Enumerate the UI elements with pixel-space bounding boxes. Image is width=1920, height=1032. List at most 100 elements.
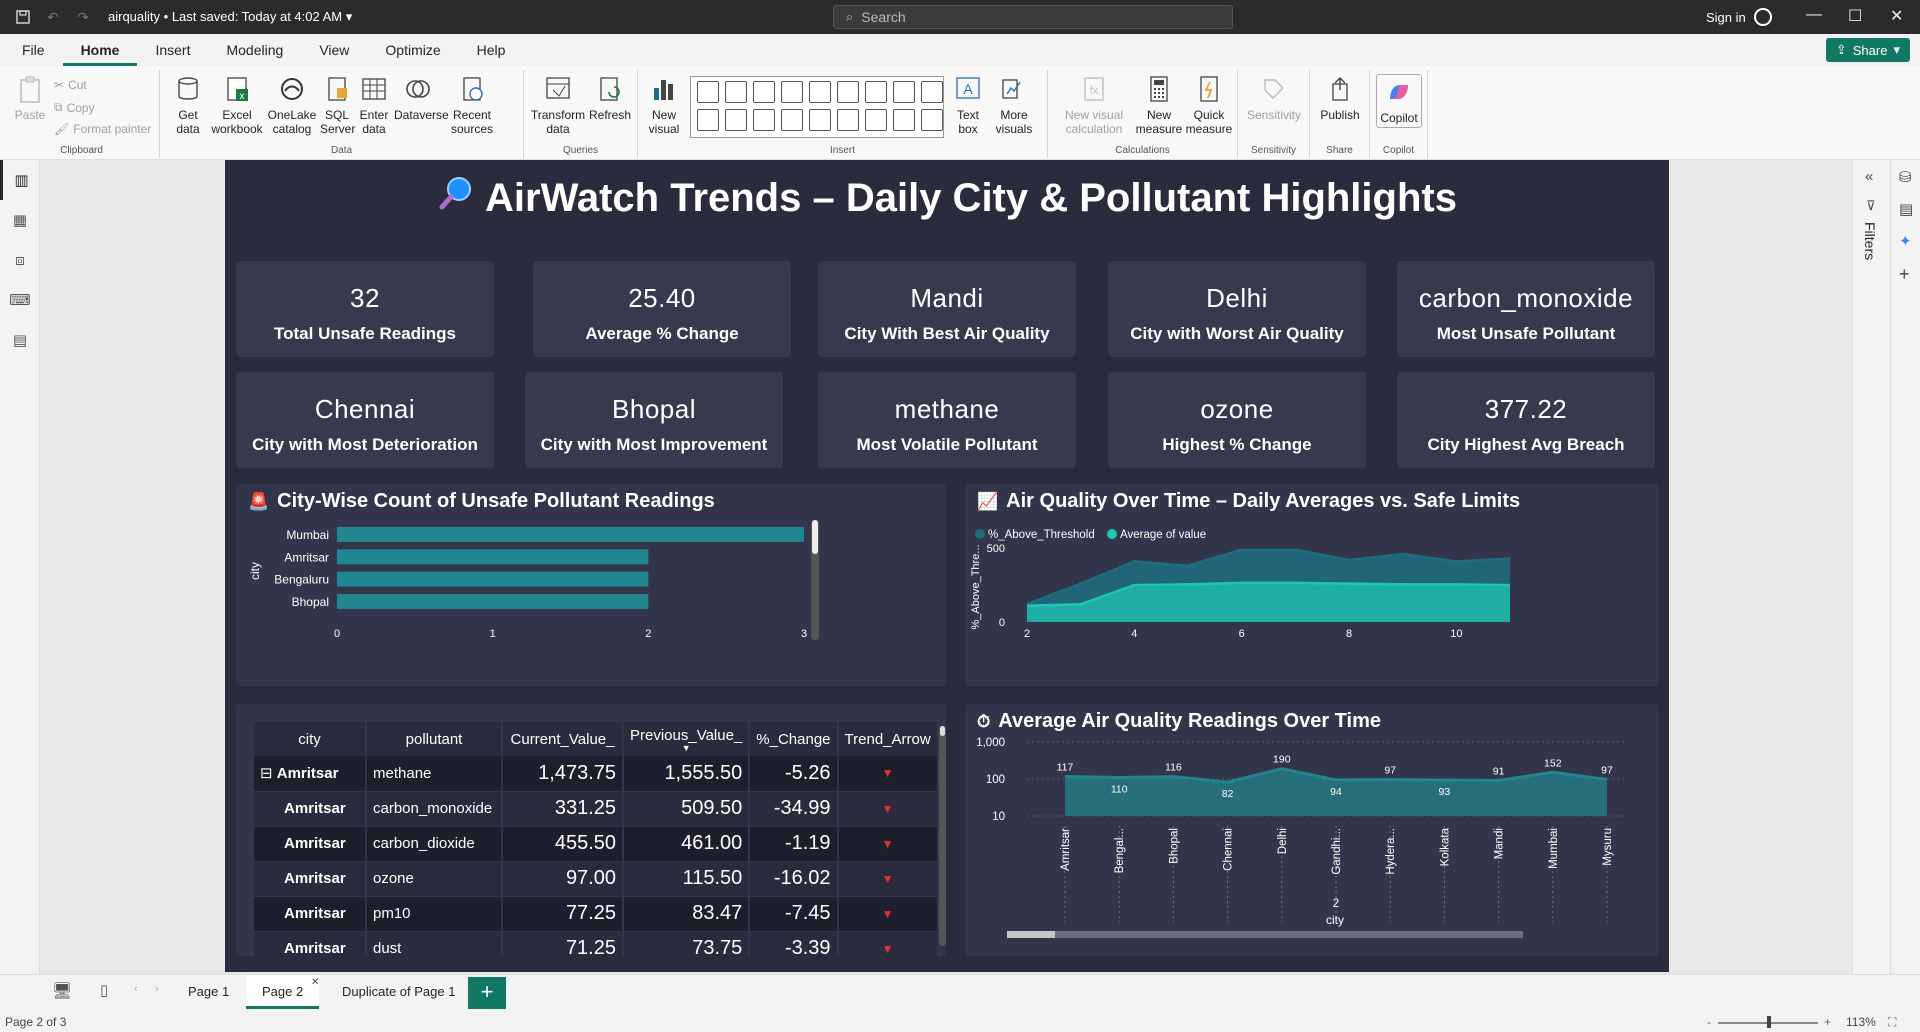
table-row[interactable]: Amritsar dust 71.25 73.75 -3.39 ▼ [254,931,939,956]
kpi-card-worst-city[interactable]: Delhi City with Worst Air Quality [1108,261,1366,357]
search-box[interactable]: ⌕ Search [833,5,1233,29]
add-pane-icon[interactable]: + [1899,264,1910,285]
mobile-layout-icon[interactable]: ▯ [100,981,108,999]
table-panel[interactable]: city pollutant Current_Value_ Previous_V… [236,704,946,956]
copilot-button[interactable]: Copilot [1376,74,1422,128]
stacked-bar-icon[interactable] [697,81,719,103]
line-chart-icon[interactable] [865,81,887,103]
page-tab-2[interactable]: Page 2 [246,975,320,1009]
paste-button[interactable]: Paste [10,74,50,122]
table-row[interactable]: Amritsar carbon_monoxide 331.25 509.50 -34.9… [254,791,939,827]
close-tab-icon[interactable]: ✕ [311,977,319,988]
bar-chart-panel[interactable]: 🚨 City-Wise Count of Unsafe Pollutant Re… [236,484,946,686]
clustered-column-icon[interactable] [781,81,803,103]
close-icon[interactable]: ✕ [1890,6,1903,26]
tmdl-view-icon[interactable]: ▤ [0,320,40,360]
table-view-icon[interactable]: ▦ [0,200,40,240]
menu-home[interactable]: Home [62,34,138,66]
text-box-button[interactable]: A Text box [950,74,986,136]
matrix-icon[interactable] [893,109,915,131]
clustered-bar-icon[interactable] [753,81,775,103]
visual-gallery[interactable] [690,76,944,138]
zoom-out-icon[interactable]: - [1707,1015,1711,1029]
prev-page-icon[interactable]: ‹ [134,983,138,995]
line-chart-panel[interactable]: ⏱ Average Air Quality Readings Over Time… [965,704,1659,956]
more-visuals-button[interactable]: More visuals [988,74,1040,136]
slicer-icon[interactable] [921,109,943,131]
table-row[interactable]: ⊟ Amritsar methane 1,473.75 1,555.50 -5.26 ▼ [254,756,939,792]
kpi-card-most-deterioration[interactable]: Chennai City with Most Deterioration [236,372,494,468]
menu-insert[interactable]: Insert [137,34,208,66]
share-button[interactable]: ⇪ Share ▾ [1825,38,1910,62]
kpi-card-highest-change[interactable]: ozone Highest % Change [1108,372,1366,468]
table-row[interactable]: Amritsar ozone 97.00 115.50 -16.02 ▼ [254,861,939,897]
onelake-button[interactable]: OneLake catalog [266,74,318,136]
model-view-icon[interactable]: ⧈ [0,240,40,280]
pie-chart-icon[interactable] [697,109,719,131]
dataverse-button[interactable]: Dataverse [394,74,449,122]
multi-row-card-icon[interactable] [837,109,859,131]
get-data-button[interactable]: Get data [170,74,206,136]
sensitivity-button[interactable]: Sensitivity [1244,74,1304,122]
visualizations-pane-icon[interactable]: ▤ [1899,200,1913,218]
fit-to-page-icon[interactable]: ⛶ [1888,1015,1896,1030]
minimize-icon[interactable]: — [1806,6,1822,24]
collapse-icon[interactable]: « [1865,168,1873,185]
card-icon[interactable] [809,109,831,131]
menu-optimize[interactable]: Optimize [367,34,458,66]
filters-pane[interactable]: « ⊽ [1852,160,1890,980]
column-header-pollutant[interactable]: pollutant [366,722,503,756]
refresh-button[interactable]: Refresh [588,74,632,122]
stacked-column-icon[interactable] [725,81,747,103]
stacked-100-column-icon[interactable] [809,81,831,103]
new-visual-button[interactable]: New visual [644,74,684,136]
page-tab-3[interactable]: Duplicate of Page 1 [326,975,471,1009]
publish-button[interactable]: Publish [1316,74,1364,122]
desktop-layout-icon[interactable]: 🖥 [52,981,72,1001]
enter-data-button[interactable]: Enter data [356,74,392,136]
redo-icon[interactable]: ↷ [72,6,94,28]
menu-view[interactable]: View [301,34,367,66]
table-row[interactable]: Amritsar pm10 77.25 83.47 -7.45 ▼ [254,896,939,932]
file-title[interactable]: airquality • Last saved: Today at 4:02 A… [108,9,352,25]
menu-modeling[interactable]: Modeling [208,34,301,66]
quick-measure-button[interactable]: Quick measure [1184,74,1234,136]
filters-label[interactable]: Filters [1862,222,1878,260]
combo-chart-icon[interactable] [921,81,943,103]
column-header-city[interactable]: city [254,722,367,756]
next-page-icon[interactable]: › [155,983,159,995]
copy-button[interactable]: ⧉ Copy [54,100,95,115]
donut-chart-icon[interactable] [725,109,747,131]
report-view-icon[interactable]: ▥ [0,160,40,200]
page-tab-1[interactable]: Page 1 [172,975,245,1009]
treemap-icon[interactable] [753,109,775,131]
maximize-icon[interactable]: ☐ [1848,6,1862,26]
collapse-group-icon[interactable]: ⊟ [260,765,277,782]
cut-button[interactable]: ✂ Cut [54,78,87,92]
area-chart-icon[interactable] [893,81,915,103]
table-scrollbar[interactable] [939,726,946,946]
transform-data-button[interactable]: Transform data [530,74,586,136]
area-chart-panel[interactable]: 📈 Air Quality Over Time – Daily Averages… [965,484,1659,686]
table-icon[interactable] [865,109,887,131]
stacked-100-bar-icon[interactable] [837,81,859,103]
zoom-slider-thumb[interactable] [1767,1016,1771,1028]
recent-sources-button[interactable]: Recent sources [446,74,498,136]
kpi-card-most-unsafe-pollutant[interactable]: carbon_monoxide Most Unsafe Pollutant [1397,261,1655,357]
column-header-previous[interactable]: Previous_Value_ ▼ [623,722,751,756]
kpi-card-best-city[interactable]: Mandi City With Best Air Quality [818,261,1076,357]
kpi-card-highest-breach[interactable]: 377.22 City Highest Avg Breach [1397,372,1655,468]
column-header-change[interactable]: %_Change [749,722,839,756]
format-painter-button[interactable]: 🖌 Format painter [54,122,151,136]
sign-in-button[interactable]: Sign in [1706,8,1772,26]
menu-file[interactable]: File [0,34,63,66]
copilot-pane-icon[interactable]: ✦ [1899,232,1912,250]
undo-icon[interactable]: ↶ [42,6,64,28]
excel-workbook-button[interactable]: x Excel workbook [210,74,264,136]
save-icon[interactable] [12,6,34,28]
table-row[interactable]: Amritsar carbon_dioxide 455.50 461.00 -1.19 ▼ [254,826,939,862]
kpi-card-total-unsafe[interactable]: 32 Total Unsafe Readings [236,261,494,357]
kpi-card-avg-change[interactable]: 25.40 Average % Change [533,261,791,357]
menu-help[interactable]: Help [459,34,524,66]
sql-server-button[interactable]: SQL Server [320,74,355,136]
